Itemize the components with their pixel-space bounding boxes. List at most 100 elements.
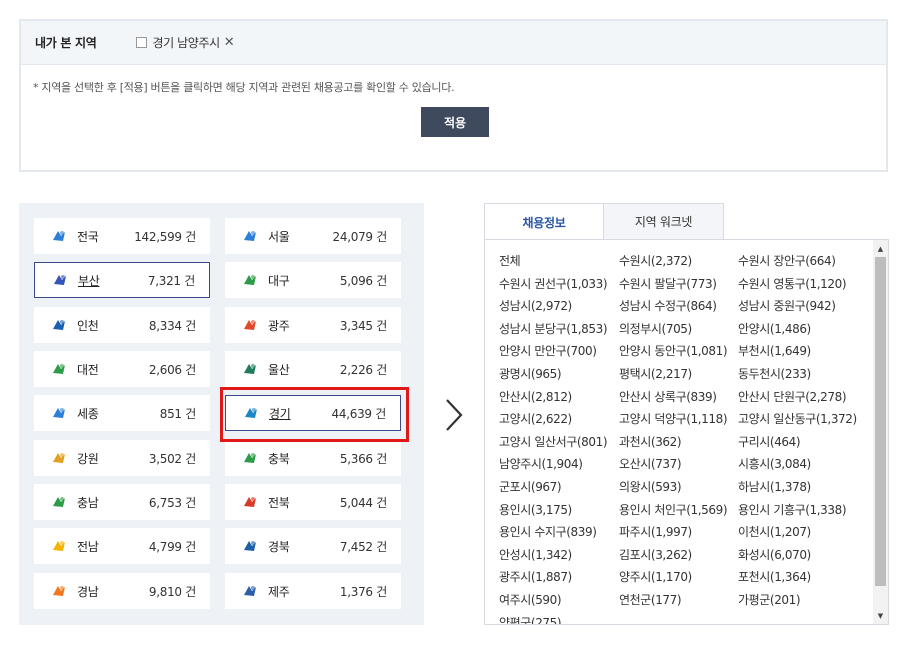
city-item[interactable]: 군포시(967) — [499, 478, 562, 495]
region-card[interactable]: 부산 7,321 건 — [34, 262, 210, 298]
region-count: 6,753 건 — [148, 495, 196, 510]
city-item[interactable]: 고양시 일산서구(801) — [499, 433, 608, 450]
city-item[interactable]: 용인시 기흥구(1,338) — [738, 501, 847, 518]
region-card[interactable]: 경북 7,452 건 — [225, 528, 401, 564]
city-item[interactable]: 성남시(2,972) — [499, 297, 572, 314]
city-item[interactable]: 용인시(3,175) — [499, 501, 572, 518]
region-card[interactable]: 충북 5,366 건 — [225, 440, 401, 476]
region-card[interactable]: 서울 24,079 건 — [225, 218, 401, 254]
region-name: 부산 — [78, 273, 100, 288]
region-card[interactable]: 경남 9,810 건 — [34, 573, 210, 609]
city-item[interactable]: 안양시(1,486) — [738, 320, 811, 337]
ulsan-emblem-icon — [241, 360, 259, 378]
city-item[interactable]: 안산시 상록구(839) — [619, 388, 717, 405]
city-item[interactable]: 부천시(1,649) — [738, 342, 811, 359]
city-item[interactable]: 김포시(3,262) — [619, 546, 692, 563]
city-item[interactable]: 구리시(464) — [738, 433, 801, 450]
city-item[interactable]: 수원시 장안구(664) — [738, 252, 836, 269]
city-item[interactable]: 동두천시(233) — [738, 365, 811, 382]
region-count: 3,345 건 — [339, 318, 387, 333]
region-card[interactable]: 세종 851 건 — [34, 395, 210, 431]
region-card[interactable]: 대전 2,606 건 — [34, 351, 210, 387]
scrollbar[interactable]: ▲ ▼ — [873, 240, 888, 624]
region-card[interactable]: 전북 5,044 건 — [225, 484, 401, 520]
region-name: 인천 — [77, 318, 99, 333]
city-item[interactable]: 시흥시(3,084) — [738, 455, 811, 472]
apply-button[interactable]: 적용 — [421, 107, 489, 137]
region-chip-label[interactable]: 경기 남양주시 — [152, 34, 220, 51]
city-item[interactable]: 성남시 분당구(1,853) — [499, 320, 608, 337]
scroll-down-icon[interactable]: ▼ — [873, 608, 888, 623]
city-item[interactable]: 평택시(2,217) — [619, 365, 692, 382]
city-item[interactable]: 안성시(1,342) — [499, 546, 572, 563]
scroll-thumb[interactable] — [875, 257, 886, 586]
apply-notice: * 지역을 선택한 후 [적용] 버튼을 클릭하면 해당 지역과 관련된 채용공… — [33, 81, 455, 94]
gyeonggi-emblem-icon — [242, 404, 260, 422]
city-item[interactable]: 고양시 일산동구(1,372) — [738, 410, 857, 427]
city-item[interactable]: 남양주시(1,904) — [499, 455, 583, 472]
region-name: 세종 — [77, 406, 99, 421]
city-item[interactable]: 의정부시(705) — [619, 320, 692, 337]
region-name: 광주 — [268, 318, 290, 333]
seoul-emblem-icon — [241, 227, 259, 245]
city-item[interactable]: 가평군(201) — [738, 591, 801, 608]
city-item[interactable]: 안산시(2,812) — [499, 388, 572, 405]
region-card[interactable]: 충남 6,753 건 — [34, 484, 210, 520]
chevron-right-icon — [444, 398, 464, 435]
region-count: 4,799 건 — [148, 539, 196, 554]
jeonbuk-emblem-icon — [241, 493, 259, 511]
city-item[interactable]: 이천시(1,207) — [738, 523, 811, 540]
city-item[interactable]: 수원시 권선구(1,033) — [499, 275, 608, 292]
region-card[interactable]: 광주 3,345 건 — [225, 307, 401, 343]
region-card[interactable]: 경기 44,639 건 — [225, 395, 401, 431]
region-card[interactable]: 전국 142,599 건 — [34, 218, 210, 254]
city-item[interactable]: 여주시(590) — [499, 591, 562, 608]
city-item[interactable]: 수원시 영통구(1,120) — [738, 275, 847, 292]
city-item[interactable]: 의왕시(593) — [619, 478, 682, 495]
gyeongnam-emblem-icon — [50, 582, 68, 600]
jeonnam-emblem-icon — [50, 537, 68, 555]
city-item[interactable]: 하남시(1,378) — [738, 478, 811, 495]
jeju-emblem-icon — [241, 582, 259, 600]
region-card[interactable]: 울산 2,226 건 — [225, 351, 401, 387]
city-item[interactable]: 용인시 처인구(1,569) — [619, 501, 728, 518]
city-item[interactable]: 안산시 단원구(2,278) — [738, 388, 847, 405]
close-icon[interactable]: ✕ — [224, 36, 235, 49]
city-item[interactable]: 오산시(737) — [619, 455, 682, 472]
city-item[interactable]: 광주시(1,887) — [499, 568, 572, 585]
region-name: 대전 — [77, 362, 99, 377]
tab-regional-worknet[interactable]: 지역 워크넷 — [604, 203, 724, 240]
region-card[interactable]: 인천 8,334 건 — [34, 307, 210, 343]
region-count: 2,606 건 — [148, 362, 196, 377]
tab-bar: 채용정보 지역 워크넷 — [484, 203, 724, 240]
city-item[interactable]: 과천시(362) — [619, 433, 682, 450]
scroll-up-icon[interactable]: ▲ — [873, 241, 888, 256]
region-count: 1,376 건 — [339, 584, 387, 599]
city-item[interactable]: 수원시(2,372) — [619, 252, 692, 269]
city-item[interactable]: 성남시 수정구(864) — [619, 297, 717, 314]
region-count: 2,226 건 — [339, 362, 387, 377]
region-chip-checkbox[interactable] — [136, 37, 148, 48]
city-item[interactable]: 안양시 만안구(700) — [499, 342, 597, 359]
city-item[interactable]: 고양시(2,622) — [499, 410, 572, 427]
region-count: 851 건 — [159, 406, 197, 421]
city-item[interactable]: 연천군(177) — [619, 591, 682, 608]
city-item[interactable]: 양주시(1,170) — [619, 568, 692, 585]
region-count: 24,079 건 — [332, 229, 388, 244]
city-item[interactable]: 광명시(965) — [499, 365, 562, 382]
tab-jobs[interactable]: 채용정보 — [484, 203, 604, 240]
city-item[interactable]: 안양시 동안구(1,081) — [619, 342, 728, 359]
region-card[interactable]: 제주 1,376 건 — [225, 573, 401, 609]
city-item[interactable]: 고양시 덕양구(1,118) — [619, 410, 728, 427]
city-item[interactable]: 양평군(275) — [499, 614, 562, 624]
city-item[interactable]: 전체 — [499, 252, 521, 269]
city-item[interactable]: 파주시(1,997) — [619, 523, 692, 540]
city-item[interactable]: 수원시 팔달구(773) — [619, 275, 717, 292]
city-item[interactable]: 화성시(6,070) — [738, 546, 811, 563]
city-item[interactable]: 포천시(1,364) — [738, 568, 811, 585]
city-item[interactable]: 용인시 수지구(839) — [499, 523, 597, 540]
region-card[interactable]: 강원 3,502 건 — [34, 440, 210, 476]
region-card[interactable]: 전남 4,799 건 — [34, 528, 210, 564]
city-item[interactable]: 성남시 중원구(942) — [738, 297, 836, 314]
region-card[interactable]: 대구 5,096 건 — [225, 262, 401, 298]
